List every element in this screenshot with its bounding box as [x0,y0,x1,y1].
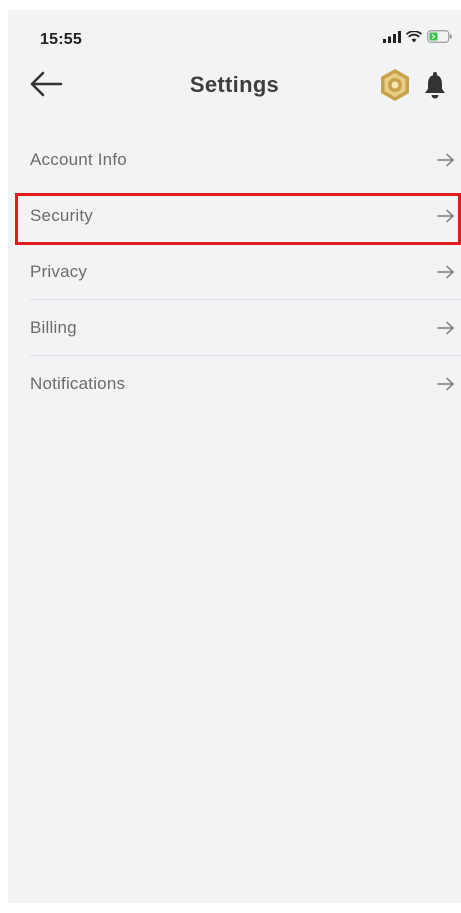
settings-item-security[interactable]: Security [8,188,461,244]
settings-item-billing[interactable]: Billing [8,300,461,356]
bell-icon [423,71,447,104]
coin-button[interactable] [377,68,413,107]
coin-icon [378,68,412,107]
settings-item-label: Billing [30,318,77,337]
status-icons [383,30,453,48]
arrow-right-icon [437,265,455,279]
header: Settings [8,62,461,112]
bell-button[interactable] [420,70,450,104]
settings-item-notifications[interactable]: Notifications [8,356,461,412]
arrow-right-icon [437,209,455,223]
settings-item-label: Privacy [30,262,88,281]
status-bar: 15:55 [8,10,461,60]
back-arrow-icon [29,70,63,103]
settings-item-label: Notifications [30,374,126,393]
wifi-icon [405,30,423,48]
signal-icon [383,30,401,48]
arrow-right-icon [437,153,455,167]
settings-item-label: Account Info [30,150,127,169]
phone-screen: 15:55 Settings Account Info Security Pri… [8,10,461,903]
settings-item-account-info[interactable]: Account Info [8,132,461,188]
battery-icon [427,30,453,48]
status-time: 15:55 [40,31,82,48]
settings-item-label: Security [30,206,94,225]
settings-item-privacy[interactable]: Privacy [8,244,461,300]
arrow-right-icon [437,321,455,335]
arrow-right-icon [437,377,455,391]
back-button[interactable] [26,68,66,104]
settings-list: Account Info Security Privacy Billing No… [8,132,461,412]
